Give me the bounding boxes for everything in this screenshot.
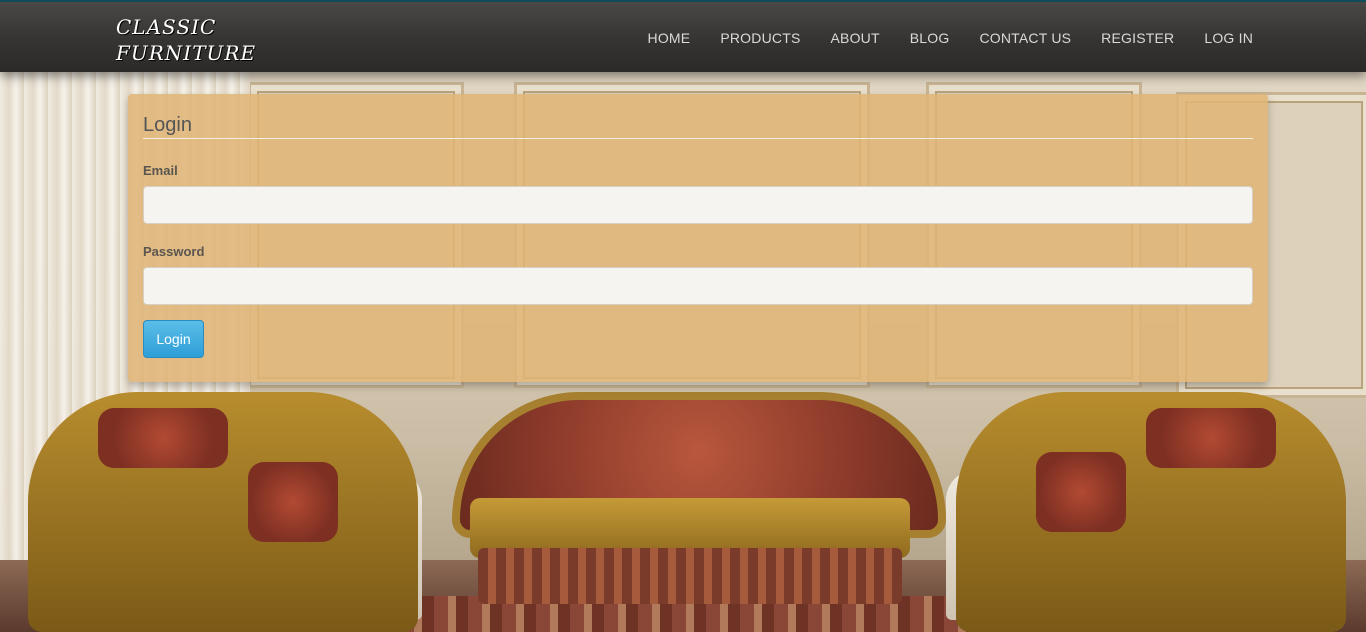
cushion-image — [1036, 452, 1126, 532]
nav-contact-us[interactable]: CONTACT US — [979, 30, 1071, 46]
password-label: Password — [143, 244, 205, 259]
email-label: Email — [143, 163, 178, 178]
top-navbar: CLASSIC FURNITURE HOME PRODUCTS ABOUT BL… — [0, 0, 1366, 72]
brand-logo[interactable]: CLASSIC FURNITURE — [116, 14, 286, 66]
password-field[interactable] — [143, 267, 1253, 305]
email-field[interactable] — [143, 186, 1253, 224]
login-panel: Login Email Password Login — [128, 94, 1268, 382]
nav-about[interactable]: ABOUT — [831, 30, 880, 46]
login-button[interactable]: Login — [143, 320, 204, 358]
armchair-right-image — [956, 392, 1346, 632]
cushion-image — [98, 408, 228, 468]
brand-line-1: CLASSIC — [116, 15, 217, 39]
nav-products[interactable]: PRODUCTS — [720, 30, 800, 46]
nav-home[interactable]: HOME — [648, 30, 691, 46]
nav-log-in[interactable]: LOG IN — [1204, 30, 1253, 46]
main-nav: HOME PRODUCTS ABOUT BLOG CONTACT US REGI… — [618, 2, 1253, 74]
armchair-left-image — [28, 392, 418, 632]
nav-blog[interactable]: BLOG — [910, 30, 950, 46]
login-panel-header: Login — [143, 94, 1253, 139]
sofa-base-image — [478, 548, 902, 604]
cushion-image — [248, 462, 338, 542]
cushion-image — [1146, 408, 1276, 468]
nav-register[interactable]: REGISTER — [1101, 30, 1174, 46]
brand-line-2: FURNITURE — [116, 41, 257, 65]
login-title: Login — [143, 114, 192, 136]
